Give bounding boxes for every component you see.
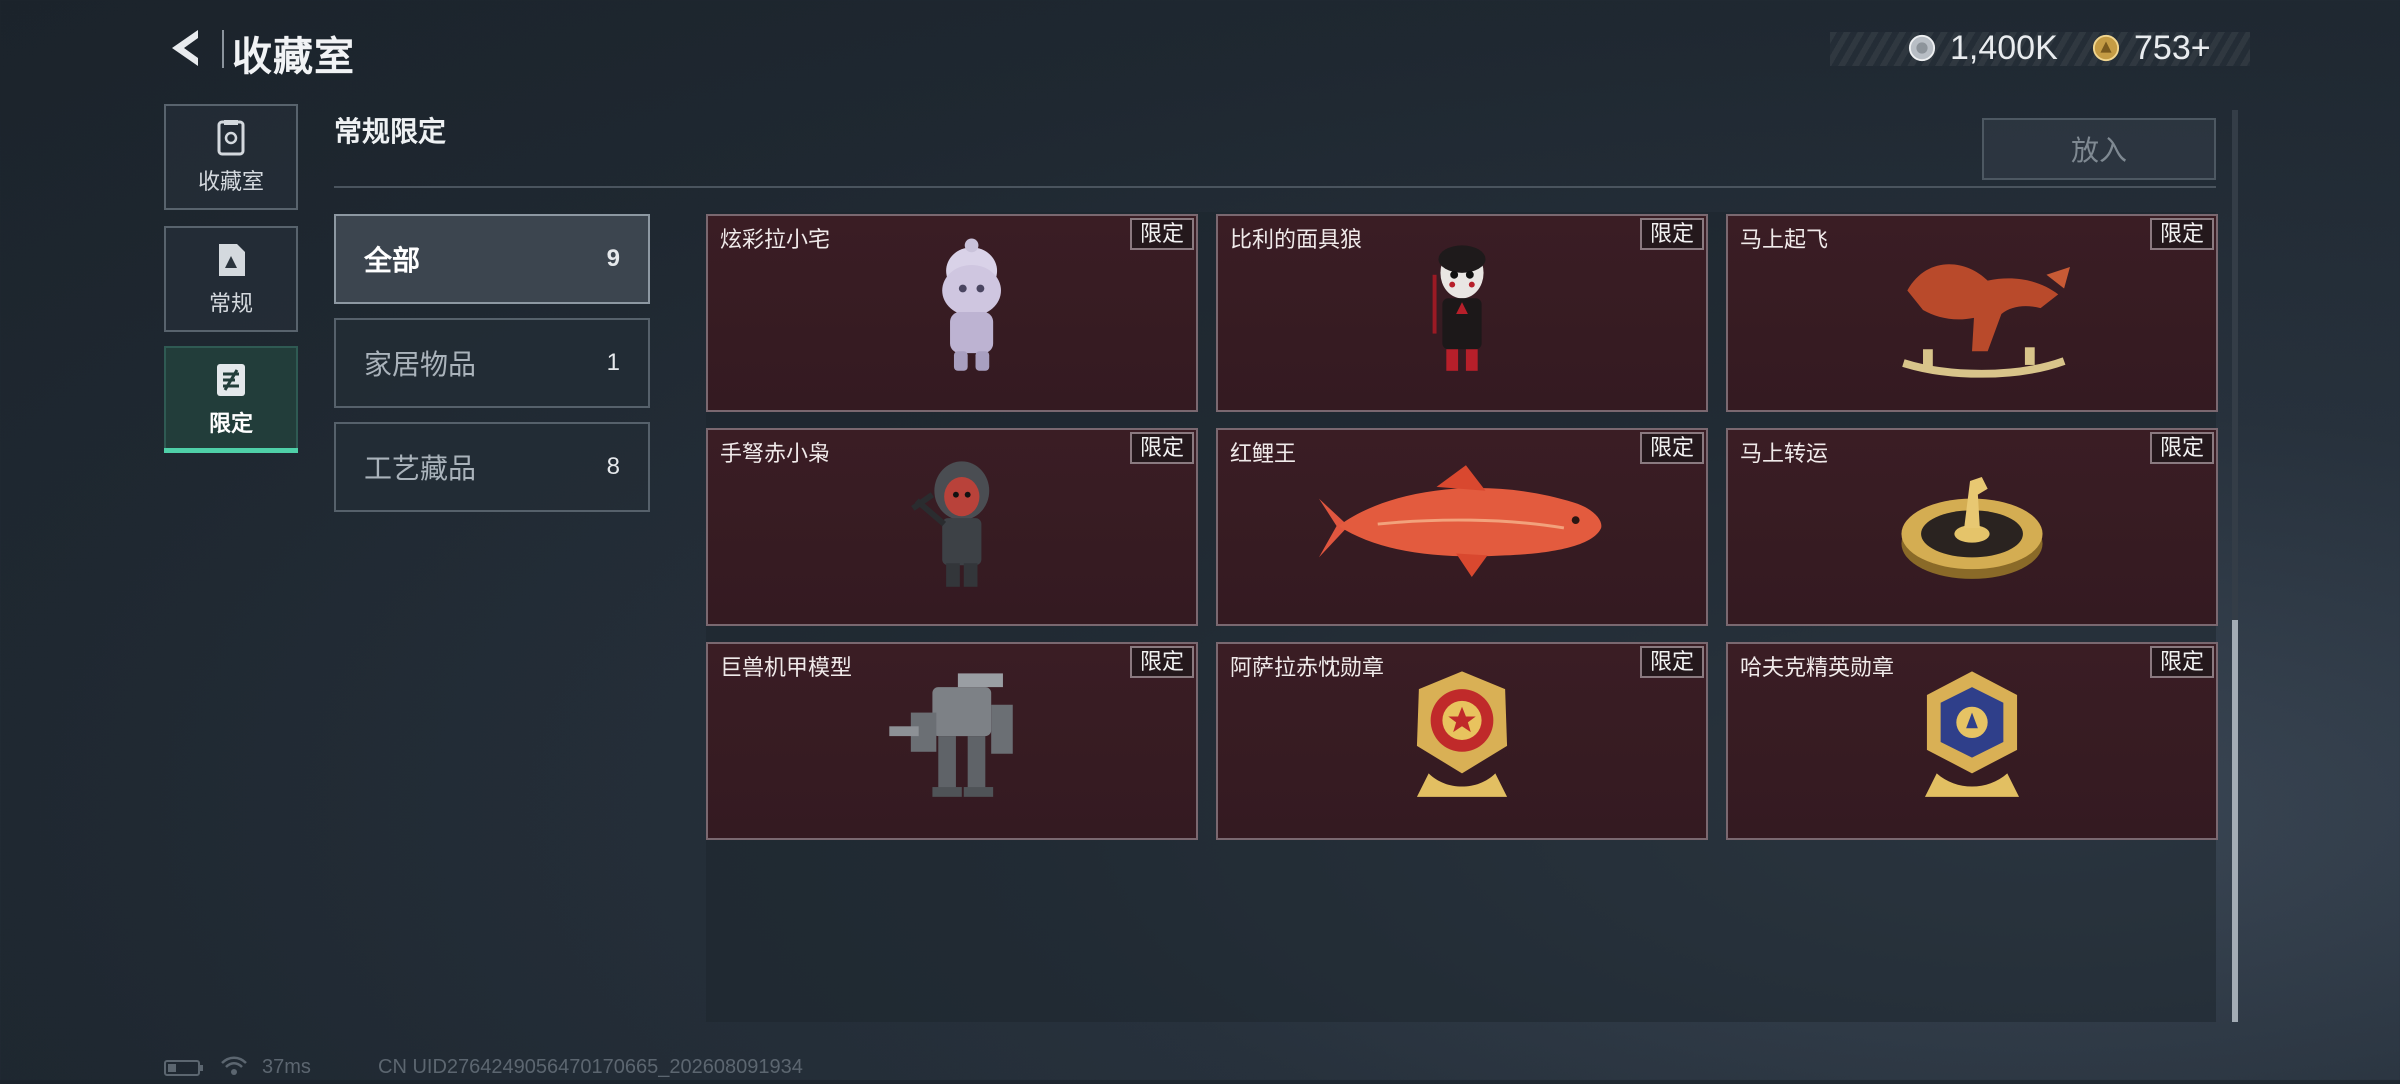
item-name: 马上起飞 xyxy=(1740,227,1829,252)
gold-currency-value: 753+ xyxy=(2134,29,2211,67)
item-name: 巨兽机甲模型 xyxy=(720,655,853,680)
silver-coin-icon xyxy=(1908,34,1936,67)
category-label: 工艺藏品 xyxy=(364,453,477,484)
item-card[interactable]: 马上转运 限定 xyxy=(1726,428,2218,626)
item-card[interactable]: 巨兽机甲模型 限定 xyxy=(706,642,1198,840)
item-name: 马上转运 xyxy=(1740,441,1829,466)
limited-badge: 限定 xyxy=(2149,646,2214,678)
tab-label: 常规 xyxy=(208,291,253,316)
item-name: 炫彩拉小宅 xyxy=(720,227,831,252)
item-card[interactable]: 红鲤王 限定 xyxy=(1216,428,1708,626)
regular-doc-icon xyxy=(219,244,245,276)
item-name: 手弩赤小枭 xyxy=(720,441,831,466)
category-count: 1 xyxy=(606,349,620,376)
item-name: 比利的面具狼 xyxy=(1230,227,1363,252)
item-card[interactable]: 哈夫克精英勋章 限定 xyxy=(1726,642,2218,840)
category-crafts[interactable]: 工艺藏品 8 xyxy=(334,422,650,512)
battery-icon xyxy=(164,1058,204,1084)
item-card[interactable]: 马上起飞 限定 xyxy=(1726,214,2218,412)
section-title: 常规限定 xyxy=(334,116,447,147)
put-in-button[interactable]: 放入 xyxy=(1982,118,2216,180)
limited-badge: 限定 xyxy=(1129,432,1194,464)
gold-coin-icon xyxy=(2092,34,2120,67)
back-button[interactable] xyxy=(164,26,208,70)
limited-badge: 限定 xyxy=(2149,218,2214,250)
limited-badge: 限定 xyxy=(2149,432,2214,464)
category-count: 8 xyxy=(606,453,620,480)
tab-label: 收藏室 xyxy=(197,169,264,194)
item-name: 红鲤王 xyxy=(1230,441,1297,466)
active-tab-indicator xyxy=(164,448,298,453)
limited-badge: 限定 xyxy=(1129,218,1194,250)
item-name: 哈夫克精英勋章 xyxy=(1740,655,1895,680)
section-divider xyxy=(334,186,2216,188)
category-label: 家居物品 xyxy=(364,349,477,380)
tab-label: 限定 xyxy=(208,411,253,436)
item-card[interactable]: 炫彩拉小宅 限定 xyxy=(706,214,1198,412)
back-chevron-icon xyxy=(172,30,198,66)
limited-icon xyxy=(217,364,245,396)
limited-badge: 限定 xyxy=(1639,218,1704,250)
ping-value: 37ms xyxy=(262,1056,311,1078)
limited-badge: 限定 xyxy=(1129,646,1194,678)
collection-room-icon xyxy=(217,120,245,156)
category-count: 9 xyxy=(606,245,620,272)
tab-limited[interactable]: 限定 xyxy=(164,346,298,452)
page-title: 收藏室 xyxy=(232,35,355,79)
item-name: 阿萨拉赤忱勋章 xyxy=(1230,655,1385,680)
limited-badge: 限定 xyxy=(1639,646,1704,678)
tab-regular[interactable]: 常规 xyxy=(164,226,298,332)
category-all[interactable]: 全部 9 xyxy=(334,214,650,304)
category-home-items[interactable]: 家居物品 1 xyxy=(334,318,650,408)
uid-text: CN UID2764249056470170665_202608091934 xyxy=(378,1056,803,1078)
silver-currency-value: 1,400K xyxy=(1950,29,2058,67)
item-card[interactable]: 阿萨拉赤忱勋章 限定 xyxy=(1216,642,1708,840)
header-divider xyxy=(222,30,224,68)
limited-badge: 限定 xyxy=(1639,432,1704,464)
item-card[interactable]: 比利的面具狼 限定 xyxy=(1216,214,1708,412)
tab-collection-room[interactable]: 收藏室 xyxy=(164,104,298,210)
item-card[interactable]: 手弩赤小枭 限定 xyxy=(706,428,1198,626)
scrollbar-thumb[interactable] xyxy=(2232,620,2238,1022)
category-label: 全部 xyxy=(364,245,421,276)
